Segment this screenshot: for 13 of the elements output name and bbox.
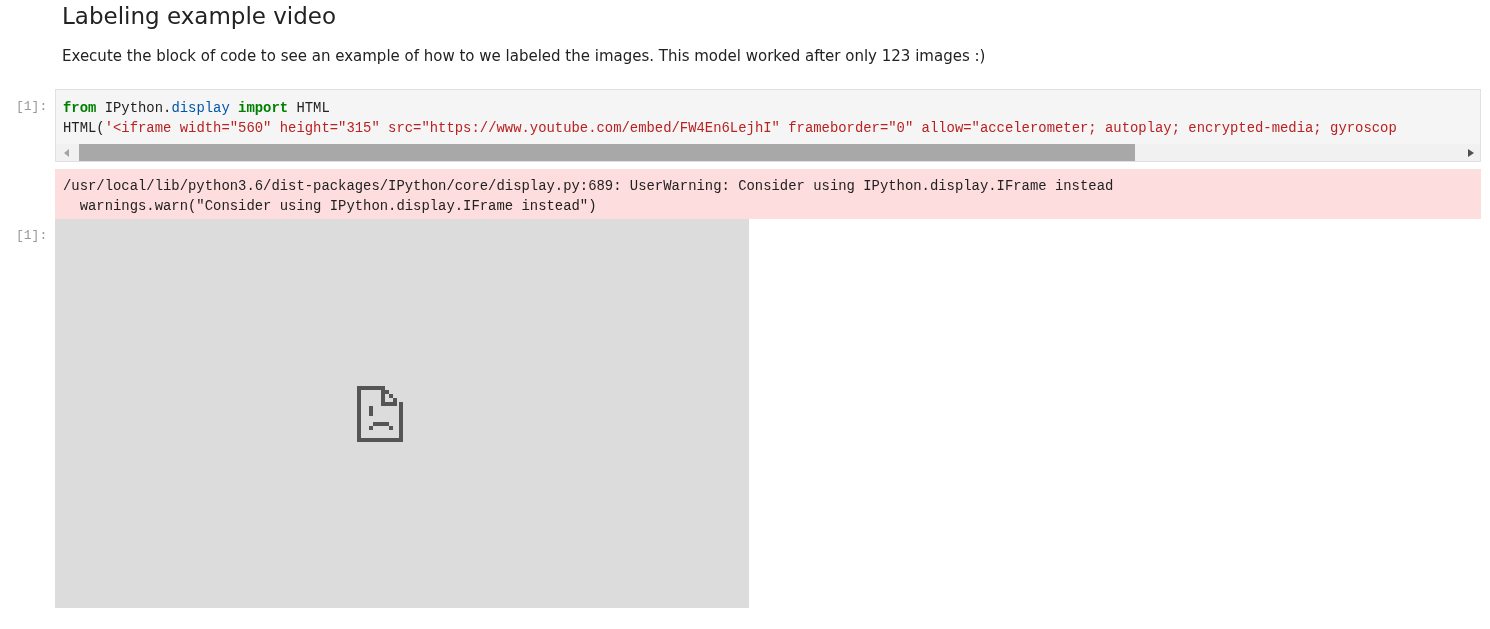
code-line: HTML('<iframe width="560" height="315" src="https://www.youtube.com/embed/FW4En6LejhI" frameborder="0" allow="accelerometer; autoplay; encrypted-media; gyroscop <box>63 119 1397 138</box>
warning-output: /usr/local/lib/python3.6/dist-packages/IPython/core/display.py:689: UserWarning: Consider using IPython.display.IFrame instead warnings.warn("Consider using IPython.display.IFrame instead") <box>55 169 1481 219</box>
code-line: from IPython.display import HTML <box>63 99 330 118</box>
code-editor[interactable]: from IPython.display import HTML HTML('<iframe width="560" height="315" src="https://www.youtube.com/embed/FW4En6LejhI" frameborder="0" allow="accelerometer; autoplay; encrypted-media; gyroscop <box>55 89 1481 162</box>
horizontal-scrollbar[interactable] <box>56 144 1480 161</box>
scroll-right-icon[interactable] <box>1468 148 1474 157</box>
section-heading: Labeling example video <box>62 2 337 30</box>
broken-page-icon <box>357 385 403 442</box>
description-text: Execute the block of code to see an example of how to we labeled the images. This model worked after only 123 images :) <box>62 46 986 66</box>
input-prompt: [1]: <box>15 98 49 116</box>
scroll-left-icon[interactable] <box>64 148 70 157</box>
output-prompt: [1]: <box>15 227 49 245</box>
scrollbar-thumb[interactable] <box>79 144 1135 161</box>
